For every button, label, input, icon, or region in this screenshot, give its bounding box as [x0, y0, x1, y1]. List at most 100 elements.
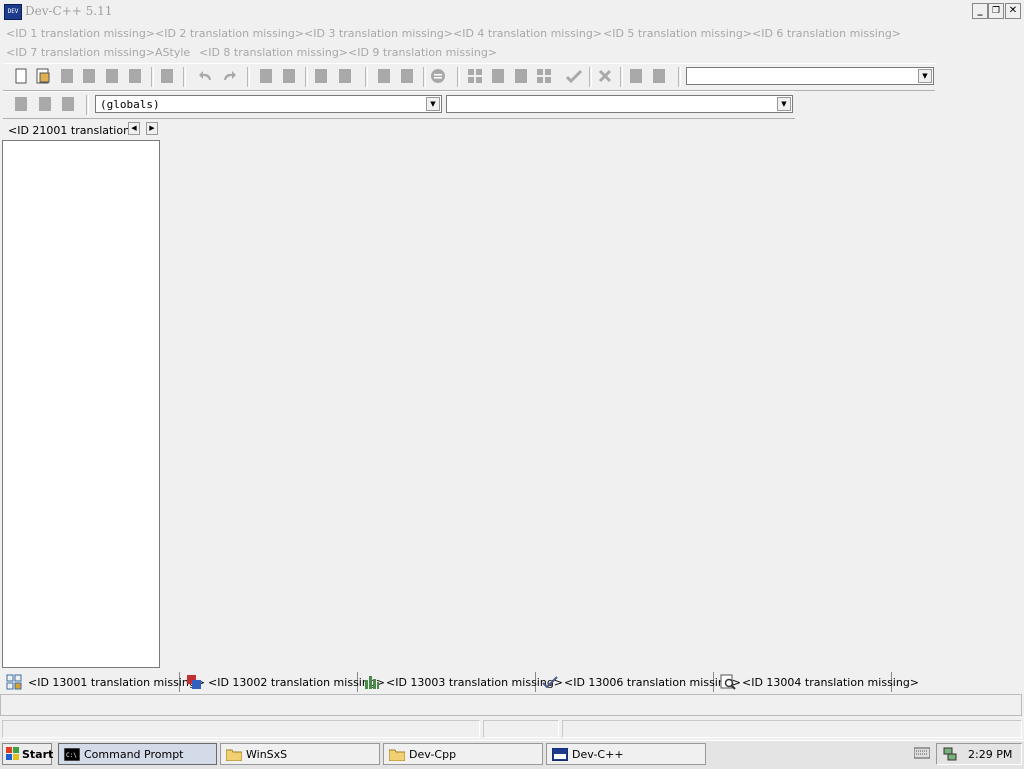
- resources-icon: [186, 674, 202, 690]
- cmd-icon: C:\: [63, 747, 81, 762]
- goto-icon[interactable]: [337, 68, 353, 84]
- windows-logo-icon: [6, 747, 20, 764]
- taskbar: Start C:\ Command Prompt WinSxS Dev-Cpp …: [0, 740, 1024, 769]
- main-toolbar: ▼: [3, 63, 935, 91]
- insert-icon[interactable]: [13, 96, 29, 112]
- save-icon[interactable]: [59, 68, 75, 84]
- toolbar-separator: [151, 67, 154, 87]
- redo-icon[interactable]: [221, 68, 237, 84]
- undo-icon[interactable]: [198, 68, 214, 84]
- profile-delete-icon[interactable]: [651, 68, 667, 84]
- minimize-button[interactable]: _: [972, 3, 988, 19]
- toolbar-separator: [247, 67, 250, 87]
- tab-label: <ID 13004 translation missing>: [742, 676, 920, 689]
- menu-item-5[interactable]: <ID 5 translation missing>: [603, 27, 752, 40]
- taskbar-item-label: Command Prompt: [84, 748, 184, 761]
- tab-compiler[interactable]: <ID 13001 translation missing>: [0, 672, 205, 692]
- svg-text:C:\: C:\: [66, 752, 77, 759]
- status-cell: [483, 720, 559, 738]
- chevron-down-icon[interactable]: ▼: [918, 69, 932, 83]
- menu-item-astyle[interactable]: AStyle: [155, 46, 190, 59]
- chart-icon: [364, 674, 380, 690]
- compiler-select[interactable]: ▼: [686, 67, 934, 85]
- check-icon: [542, 674, 558, 690]
- run-icon[interactable]: [490, 68, 506, 84]
- menu-item-9[interactable]: <ID 9 translation missing>: [348, 46, 497, 59]
- toolbar-separator: [183, 67, 186, 87]
- member-select[interactable]: ▼: [446, 95, 793, 113]
- restore-button[interactable]: ❐: [988, 3, 1004, 19]
- tab-label: <ID 13001 translation missing>: [28, 676, 206, 689]
- indent-icon[interactable]: [376, 68, 392, 84]
- network-icon[interactable]: [943, 747, 957, 764]
- toolbar-separator: [365, 67, 368, 87]
- goto-bookmark-icon[interactable]: [60, 96, 76, 112]
- toolbar-separator: [86, 95, 89, 115]
- taskbar-item-dev-cpp-app[interactable]: Dev-C++: [546, 743, 706, 765]
- print-icon[interactable]: [159, 68, 175, 84]
- folder-icon: [388, 748, 406, 762]
- menu-item-8[interactable]: <ID 8 translation missing>: [199, 46, 348, 59]
- toggle-comment-icon[interactable]: [430, 68, 446, 84]
- menu-bar-row2: <ID 7 translation missing> AStyle <ID 8 …: [0, 43, 1024, 62]
- goto-line-icon[interactable]: [313, 68, 329, 84]
- taskbar-item-command-prompt[interactable]: C:\ Command Prompt: [58, 743, 217, 765]
- tab-compile-log[interactable]: <ID 13003 translation missing>: [358, 672, 563, 692]
- tab-scroll-right-icon[interactable]: ▶: [146, 122, 158, 135]
- save-all-icon[interactable]: [81, 68, 97, 84]
- find-icon[interactable]: [258, 68, 274, 84]
- compile-icon[interactable]: [467, 68, 483, 84]
- keyboard-icon[interactable]: [913, 747, 931, 762]
- app-icon: DEV: [4, 4, 22, 20]
- tab-find-results[interactable]: <ID 13004 translation missing>: [714, 672, 919, 692]
- syntax-check-icon[interactable]: [565, 68, 583, 84]
- menu-item-3[interactable]: <ID 3 translation missing>: [304, 27, 453, 40]
- tab-debug[interactable]: <ID 13006 translation missing>: [536, 672, 741, 692]
- system-tray: 2:29 PM: [936, 743, 1022, 765]
- title-bar: DEV Dev-C++ 5.11 _ ❐ ✕: [0, 0, 1024, 22]
- toolbar-separator: [305, 67, 308, 87]
- new-file-icon[interactable]: [13, 68, 29, 84]
- rebuild-icon[interactable]: [536, 68, 552, 84]
- left-panel-tab-label: <ID 21001 translation missing>: [8, 124, 130, 137]
- close-button[interactable]: ✕: [1005, 3, 1021, 19]
- grid-icon: [6, 674, 22, 690]
- toolbar-separator: [423, 67, 426, 87]
- replace-icon[interactable]: [281, 68, 297, 84]
- devcpp-icon: [551, 747, 569, 762]
- clock[interactable]: 2:29 PM: [968, 748, 1012, 761]
- open-file-icon[interactable]: [35, 68, 51, 84]
- tab-scroll-left-icon[interactable]: ◀: [128, 122, 140, 135]
- menu-bar: <ID 1 translation missing> <ID 2 transla…: [0, 24, 1024, 43]
- status-bar: [0, 718, 1024, 740]
- bottom-tab-bar: <ID 13001 translation missing> <ID 13002…: [0, 672, 1024, 694]
- stop-execution-icon[interactable]: [597, 68, 613, 84]
- start-button[interactable]: Start: [2, 743, 54, 765]
- close-all-icon[interactable]: [127, 68, 143, 84]
- taskbar-item-winsxs[interactable]: WinSxS: [220, 743, 380, 765]
- start-label: Start: [22, 748, 54, 761]
- menu-item-1[interactable]: <ID 1 translation missing>: [6, 27, 155, 40]
- status-cell: [562, 720, 1022, 738]
- menu-item-6[interactable]: <ID 6 translation missing>: [752, 27, 901, 40]
- compile-run-icon[interactable]: [513, 68, 529, 84]
- find-icon: [720, 674, 736, 690]
- chevron-down-icon[interactable]: ▼: [777, 97, 791, 111]
- chevron-down-icon[interactable]: ▼: [426, 97, 440, 111]
- class-toolbar: (globals) ▼ ▼: [3, 91, 795, 119]
- close-file-icon[interactable]: [104, 68, 120, 84]
- menu-item-7[interactable]: <ID 7 translation missing>: [6, 46, 155, 59]
- taskbar-item-label: Dev-C++: [572, 748, 624, 761]
- toggle-bookmark-icon[interactable]: [37, 96, 53, 112]
- menu-item-4[interactable]: <ID 4 translation missing>: [453, 27, 602, 40]
- unindent-icon[interactable]: [399, 68, 415, 84]
- class-select[interactable]: (globals) ▼: [95, 95, 442, 113]
- status-cell: [2, 720, 480, 738]
- toolbar-separator: [589, 67, 592, 87]
- profile-icon[interactable]: [628, 68, 644, 84]
- project-browser-panel[interactable]: [2, 140, 160, 668]
- taskbar-item-dev-cpp-folder[interactable]: Dev-Cpp: [383, 743, 543, 765]
- tab-resources[interactable]: <ID 13002 translation missing>: [180, 672, 385, 692]
- menu-item-2[interactable]: <ID 2 translation missing>: [155, 27, 304, 40]
- toolbar-separator: [620, 67, 623, 87]
